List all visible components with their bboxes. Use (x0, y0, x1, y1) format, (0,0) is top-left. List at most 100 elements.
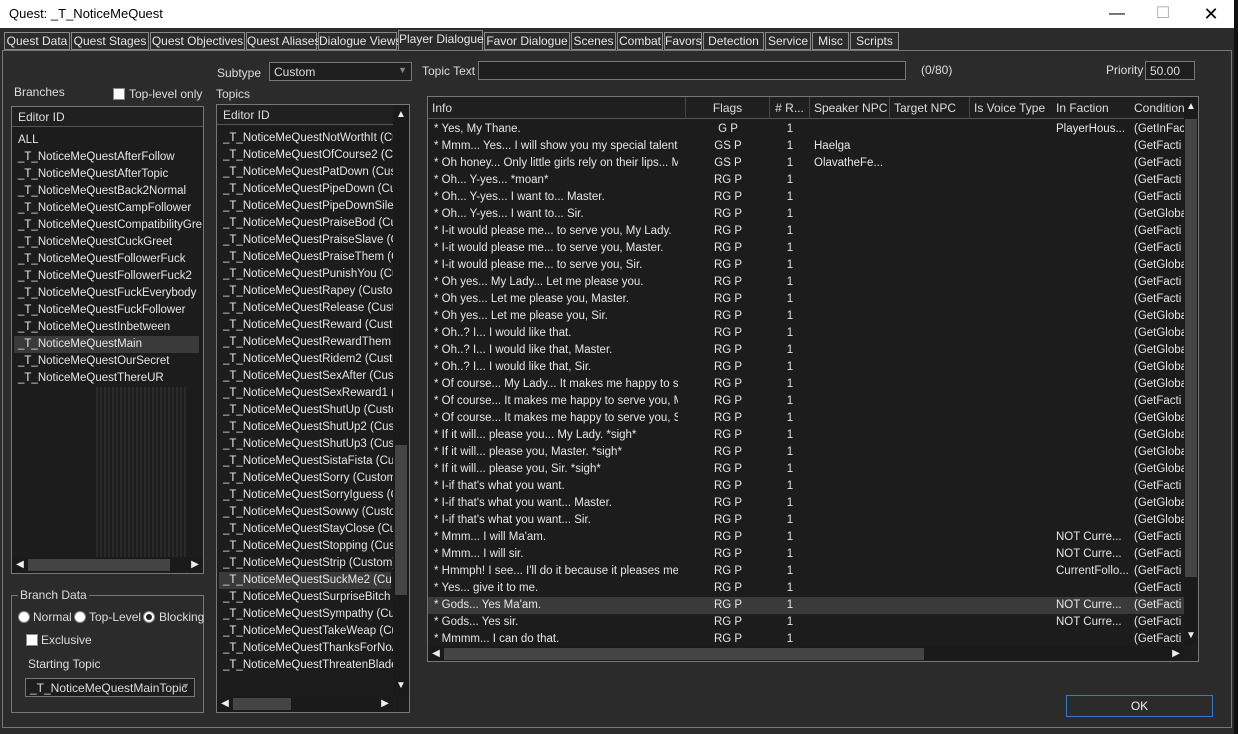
grid-vscroll[interactable]: ▲ ▼ (1184, 97, 1198, 646)
topic-list-item[interactable]: _T_NoticeMeQuestTakeWeap (Cus (223, 623, 393, 640)
radio-toplevel[interactable] (74, 611, 86, 623)
tab-player-dialogue[interactable]: Player Dialogue (398, 30, 484, 50)
scroll-down-icon[interactable]: ▼ (393, 678, 409, 694)
grid-row[interactable]: * Mmm... I will Ma'am. RG P 1 NOT Curre... (… (428, 529, 1186, 546)
branch-list-item[interactable]: _T_NoticeMeQuestFuckEverybody (18, 285, 203, 302)
tab-favor-dialogue[interactable]: Favor Dialogue (484, 32, 570, 50)
topic-list-item[interactable]: _T_NoticeMeQuestThanksForNoAr (223, 640, 393, 657)
topic-list-item[interactable]: _T_NoticeMeQuestReward (Custom (223, 317, 393, 334)
starting-topic-dropdown[interactable]: _T_NoticeMeQuestMainTopic ▼ (25, 678, 195, 697)
topic-list-item[interactable]: _T_NoticeMeQuestSympathy (Custo (223, 606, 393, 623)
grid-row[interactable]: * Oh..? I... I would like that, Master. R… (428, 342, 1186, 359)
scroll-right-icon[interactable]: ▶ (377, 696, 393, 712)
topic-list-item[interactable]: _T_NoticeMeQuestSistaFista (Custo (223, 453, 393, 470)
grid-row[interactable]: * Of course... It makes me happy to serv… (428, 410, 1186, 427)
branch-list-item[interactable]: _T_NoticeMeQuestFollowerFuck (18, 251, 203, 268)
scroll-thumb[interactable] (28, 559, 170, 571)
branch-list-item[interactable]: _T_NoticeMeQuestOurSecret (18, 353, 203, 370)
exclusive-checkbox[interactable] (26, 634, 38, 646)
grid-row[interactable]: * Gods... Yes Ma'am. RG P 1 NOT Curre... (Ge… (428, 597, 1186, 614)
grid-row[interactable]: * Of course... My Lady... It makes me ha… (428, 376, 1186, 393)
tab-scenes[interactable]: Scenes (571, 32, 616, 50)
tab-quest-data[interactable]: Quest Data (4, 32, 70, 50)
priority-input[interactable]: 50.00 (1145, 61, 1195, 80)
topic-list-item[interactable]: _T_NoticeMeQuestStayClose (Cust (223, 521, 393, 538)
grid-row[interactable]: * Oh... Y-yes... I want to... Master. RG … (428, 189, 1186, 206)
grid-row[interactable]: * Oh yes... Let me please you, Sir. RG P 1… (428, 308, 1186, 325)
grid-row[interactable]: * Yes... give it to me. RG P 1 (GetFacti (428, 580, 1186, 597)
grid-row[interactable]: * Oh..? I... I would like that, Sir. RG P… (428, 359, 1186, 376)
scroll-left-icon[interactable]: ◀ (428, 646, 444, 661)
topic-list-item[interactable]: _T_NoticeMeQuestRapey (Custom) (223, 283, 393, 300)
topic-list-item[interactable]: _T_NoticeMeQuestSexReward1 (Cu (223, 385, 393, 402)
branch-list-item[interactable]: _T_NoticeMeQuestBack2Normal (18, 183, 203, 200)
tab-misc[interactable]: Misc (812, 32, 849, 50)
grid-row[interactable]: * Mmm... I will sir. RG P 1 NOT Curre... (Ge… (428, 546, 1186, 563)
scroll-up-icon[interactable]: ▲ (1183, 99, 1198, 115)
column-header[interactable]: Speaker NPC (810, 97, 890, 119)
column-header[interactable]: Flags (686, 97, 770, 119)
column-header[interactable]: # R... (770, 97, 810, 119)
grid-row[interactable]: * Oh... Y-yes... *moan* RG P 1 (GetFacti (428, 172, 1186, 189)
scroll-thumb[interactable] (233, 698, 291, 710)
grid-row[interactable]: * Oh..? I... I would like that. RG P 1 (Get… (428, 325, 1186, 342)
column-header[interactable]: In Faction (1052, 97, 1132, 119)
grid-row[interactable]: * Oh honey... Only little girls rely on … (428, 155, 1186, 172)
topic-list-item[interactable]: _T_NoticeMeQuestOfCourse2 (Cust (223, 147, 393, 164)
topic-list-item[interactable]: _T_NoticeMeQuestPunishYou (Cust (223, 266, 393, 283)
branch-list-item[interactable]: _T_NoticeMeQuestThereUR (18, 370, 203, 387)
radio-blocking[interactable] (143, 611, 155, 623)
topic-list-item[interactable]: _T_NoticeMeQuestNotWorthIt (Cus (223, 130, 393, 147)
topic-list-item[interactable]: _T_NoticeMeQuestSowwy (Custom) (223, 504, 393, 521)
tab-quest-aliases[interactable]: Quest Aliases (246, 32, 320, 50)
topics-hscroll[interactable]: ◀ ▶ (217, 696, 393, 712)
close-button[interactable]: ✕ (1188, 0, 1234, 28)
toplevel-only-checkbox[interactable] (113, 88, 125, 100)
topic-list-item[interactable]: _T_NoticeMeQuestShutUp (Custom (223, 402, 393, 419)
topic-list-item[interactable]: _T_NoticeMeQuestSorry (Custom) (223, 470, 393, 487)
tab-combat[interactable]: Combat (617, 32, 663, 50)
grid-row[interactable]: * Gods... Yes sir. RG P 1 NOT Curre... (GetF… (428, 614, 1186, 631)
subtype-dropdown[interactable]: Custom ▼ (269, 62, 412, 81)
topic-list-item[interactable]: _T_NoticeMeQuestThreatenBlade ( (223, 657, 393, 674)
grid-row[interactable]: * If it will... please you, Sir. *sigh* R… (428, 461, 1186, 478)
topic-list-item[interactable]: _T_NoticeMeQuestStrip (Custom) (223, 555, 393, 572)
topic-list-item[interactable]: _T_NoticeMeQuestSexAfter (Custon (223, 368, 393, 385)
topic-text-input[interactable] (478, 61, 906, 80)
radio-normal[interactable] (18, 611, 30, 623)
branch-list-item[interactable]: _T_NoticeMeQuestCampFollower (18, 200, 203, 217)
branches-hscroll[interactable]: ◀ ▶ (12, 557, 203, 573)
topic-list-item[interactable]: _T_NoticeMeQuestSurpriseBitch (Cr (223, 589, 393, 606)
grid-row[interactable]: * Mmmm... I can do that. RG P 1 (GetFacti (428, 631, 1186, 645)
topic-list-item[interactable]: _T_NoticeMeQuestPraiseBod (Cust (223, 215, 393, 232)
scroll-thumb[interactable] (444, 648, 924, 660)
scroll-thumb[interactable] (395, 445, 407, 595)
grid-row[interactable]: * I-if that's what you want... Master. RG… (428, 495, 1186, 512)
column-header[interactable]: Target NPC (890, 97, 970, 119)
topics-vscroll[interactable]: ▲ ▼ (393, 105, 409, 696)
scroll-thumb[interactable] (1185, 119, 1197, 577)
branch-list-item[interactable]: _T_NoticeMeQuestCompatibilityGre... (18, 217, 203, 234)
grid-row[interactable]: * I-if that's what you want... Sir. RG P 1… (428, 512, 1186, 529)
branches-header[interactable]: Editor ID (12, 107, 203, 127)
branch-list-item[interactable]: _T_NoticeMeQuestAfterFollow (18, 149, 203, 166)
topic-list-item[interactable]: _T_NoticeMeQuestShutUp3 (Custo (223, 436, 393, 453)
grid-row[interactable]: * Hmmph! I see... I'll do it because it … (428, 563, 1186, 580)
branch-list-item[interactable]: ALL (18, 132, 203, 149)
grid-row[interactable]: * Oh yes... Let me please you, Master. RG… (428, 291, 1186, 308)
tab-favors[interactable]: Favors (664, 32, 702, 50)
branch-list-item[interactable]: _T_NoticeMeQuestFollowerFuck2 (18, 268, 203, 285)
branch-list-item[interactable]: _T_NoticeMeQuestInbetween (18, 319, 203, 336)
branch-list-item[interactable]: _T_NoticeMeQuestAfterTopic (18, 166, 203, 183)
tab-dialogue-views[interactable]: Dialogue Views (318, 32, 402, 50)
grid-row[interactable]: * Of course... It makes me happy to serv… (428, 393, 1186, 410)
topic-list-item[interactable]: _T_NoticeMeQuestShutUp2 (Custor (223, 419, 393, 436)
tab-quest-stages[interactable]: Quest Stages (71, 32, 149, 50)
topic-list-item[interactable]: _T_NoticeMeQuestPipeDown (Cust (223, 181, 393, 198)
grid-row[interactable]: * If it will... please you... My Lady. *… (428, 427, 1186, 444)
scroll-down-icon[interactable]: ▼ (1183, 628, 1198, 644)
topic-list-item[interactable]: _T_NoticeMeQuestSorryIguess (Cus (223, 487, 393, 504)
scroll-right-icon[interactable]: ▶ (187, 557, 203, 573)
minimize-button[interactable]: — (1094, 0, 1140, 28)
maximize-button[interactable]: ☐ (1140, 0, 1186, 28)
